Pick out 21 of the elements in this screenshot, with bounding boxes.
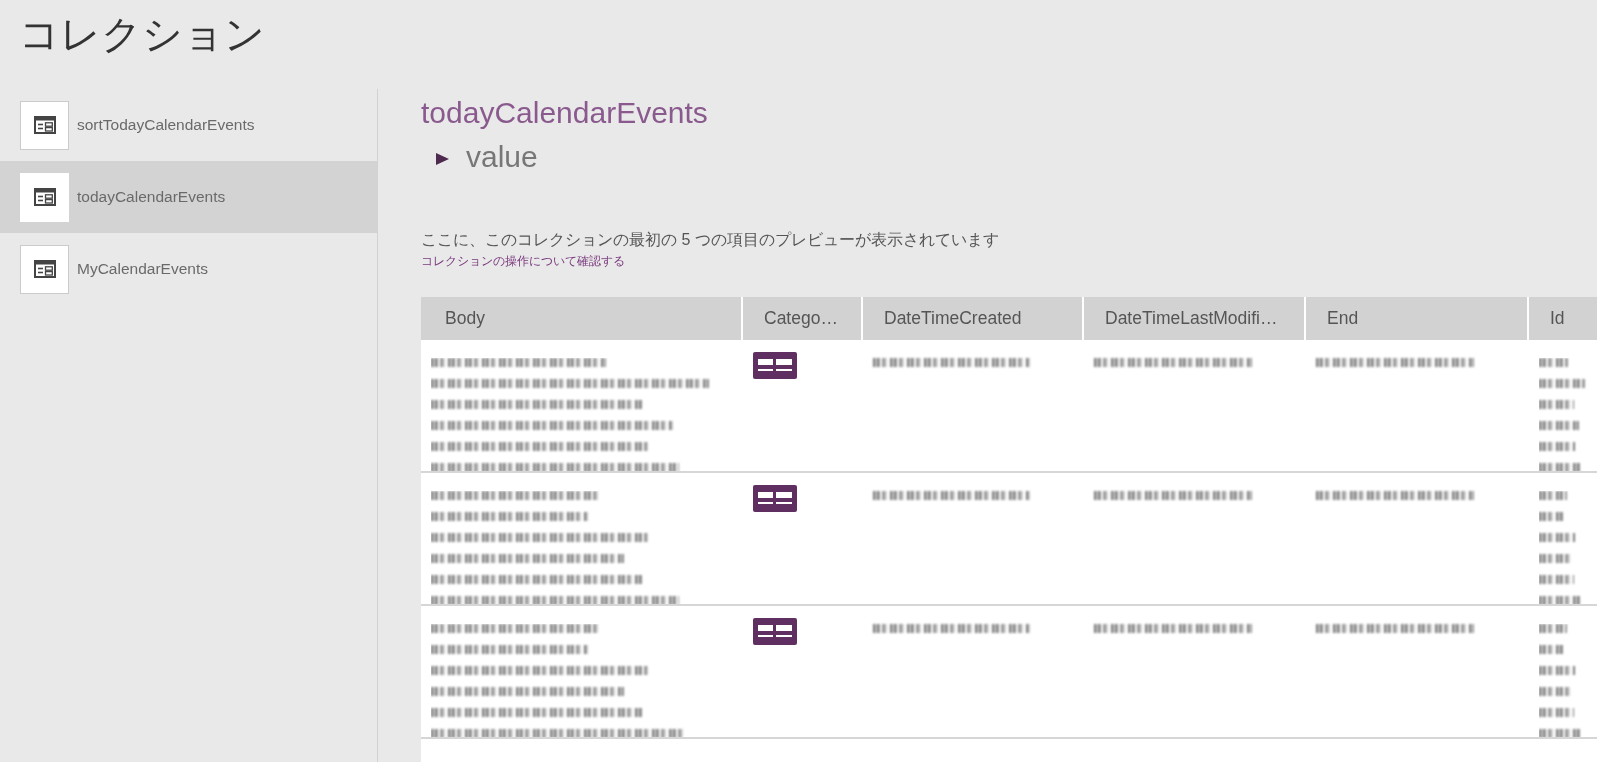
column-header: Body xyxy=(421,297,741,340)
grid-icon xyxy=(753,352,797,379)
learn-more-link[interactable]: コレクションの操作について確認する xyxy=(421,253,625,269)
column-header: DateTimeCreated xyxy=(863,297,1082,340)
grid-icon xyxy=(753,485,797,512)
table-icon xyxy=(20,244,69,294)
tree-node[interactable]: value xyxy=(436,139,538,175)
grid-icon xyxy=(753,618,797,645)
column-header: Catego… xyxy=(743,297,861,340)
table-icon xyxy=(20,100,69,150)
caret-icon[interactable] xyxy=(436,153,449,165)
preview-description: ここに、このコレクションの最初の 5 つの項目のプレビューが表示されています xyxy=(421,230,999,250)
column-header: End xyxy=(1306,297,1527,340)
sidebar-item[interactable]: sortTodayCalendarEvents xyxy=(0,89,377,161)
column-header: DateTimeLastModifi… xyxy=(1084,297,1304,340)
sidebar-item[interactable]: todayCalendarEvents xyxy=(0,161,377,233)
column-header: Id xyxy=(1529,297,1597,340)
collection-title: todayCalendarEvents xyxy=(421,95,708,131)
table-icon xyxy=(20,172,69,222)
sidebar-item[interactable]: MyCalendarEvents xyxy=(0,233,377,305)
page-title: コレクション xyxy=(18,11,265,58)
